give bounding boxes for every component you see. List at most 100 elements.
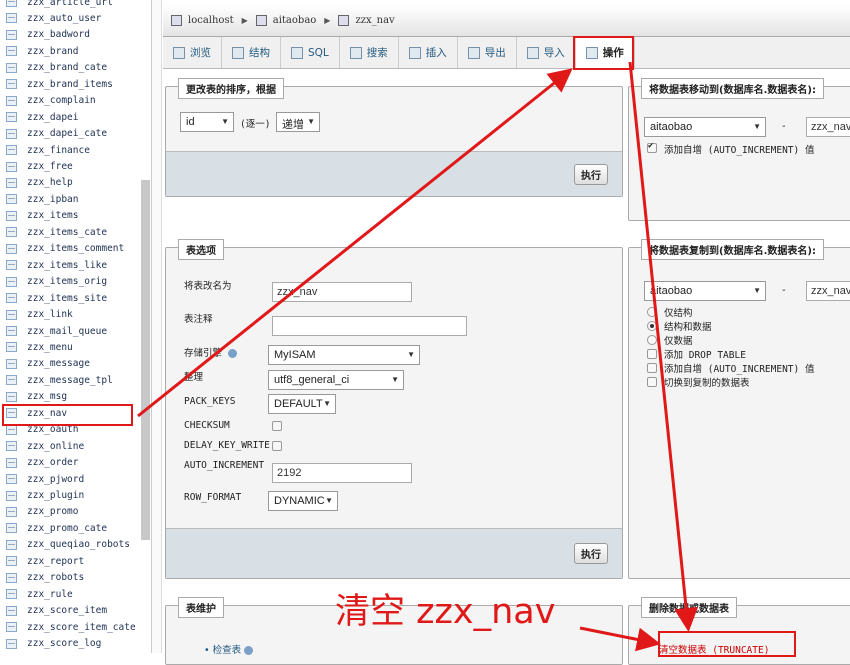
row-format-select[interactable]: DYNAMIC xyxy=(268,491,338,511)
options-go-button[interactable]: 执行 xyxy=(574,543,608,564)
copy-autoinc-checkbox[interactable] xyxy=(647,363,657,373)
table-icon xyxy=(6,210,17,221)
sidebar-item-zzx_score_log[interactable]: zzx_score_log xyxy=(6,637,136,651)
tab-import[interactable]: 导入 xyxy=(517,37,576,68)
copy-db-select[interactable]: aitaobao xyxy=(644,281,766,301)
sidebar-item-zzx_items[interactable]: zzx_items xyxy=(6,209,136,223)
sidebar-item-zzx_promo[interactable]: zzx_promo xyxy=(6,505,136,519)
copy-legend: 将数据表复制到(数据库名.数据表名): xyxy=(641,239,824,260)
sort-column-select[interactable]: id xyxy=(180,112,234,132)
sidebar-item-zzx_score_item_cate[interactable]: zzx_score_item_cate xyxy=(6,620,136,634)
autoinc-label: AUTO_INCREMENT xyxy=(184,460,265,471)
move-legend: 将数据表移动到(数据库名.数据表名): xyxy=(641,78,824,99)
sidebar-item-zzx_plugin[interactable]: zzx_plugin xyxy=(6,489,136,503)
sidebar-item-zzx_ipban[interactable]: zzx_ipban xyxy=(6,192,136,206)
copy-both-radio[interactable] xyxy=(647,321,657,331)
sidebar-item-zzx_finance[interactable]: zzx_finance xyxy=(6,143,136,157)
sidebar-item-zzx_brand_cate[interactable]: zzx_brand_cate xyxy=(6,61,136,75)
engine-select[interactable]: MyISAM xyxy=(268,345,420,365)
sidebar-item-zzx_msg[interactable]: zzx_msg xyxy=(6,390,136,404)
sidebar-item-zzx_mail_queue[interactable]: zzx_mail_queue xyxy=(6,324,136,338)
sidebar-item-zzx_auto_user[interactable]: zzx_auto_user xyxy=(6,11,136,25)
collation-select[interactable]: utf8_general_ci xyxy=(268,370,404,390)
check-table-link[interactable]: • 检查表 xyxy=(204,642,254,656)
sidebar-item-zzx_report[interactable]: zzx_report xyxy=(6,554,136,568)
sort-go-button[interactable]: 执行 xyxy=(574,164,608,185)
sidebar-item-zzx_message_tpl[interactable]: zzx_message_tpl xyxy=(6,373,136,387)
copy-dash: - xyxy=(781,285,787,296)
rename-input[interactable]: zzx_nav xyxy=(272,282,412,302)
sidebar-item-zzx_article_url[interactable]: zzx_article_url xyxy=(6,0,136,9)
table-icon xyxy=(6,128,17,139)
table-icon xyxy=(6,309,17,320)
table-icon xyxy=(338,15,350,26)
sidebar-item-label: zzx_items xyxy=(27,210,79,222)
move-panel: 将数据表移动到(数据库名.数据表名): aitaobao - zzx_nav 添… xyxy=(628,78,850,221)
sidebar-item-zzx_brand[interactable]: zzx_brand xyxy=(6,44,136,58)
copy-drop-checkbox[interactable] xyxy=(647,349,657,359)
sidebar-item-zzx_help[interactable]: zzx_help xyxy=(6,176,136,190)
sidebar-item-label: zzx_msg xyxy=(27,391,68,403)
sidebar-item-zzx_rule[interactable]: zzx_rule xyxy=(6,587,136,601)
sidebar-item-zzx_dapei_cate[interactable]: zzx_dapei_cate xyxy=(6,127,136,141)
tab-export[interactable]: 导出 xyxy=(458,37,517,68)
table-icon xyxy=(6,293,17,304)
help-icon[interactable] xyxy=(244,646,254,655)
sidebar-item-label: zzx_menu xyxy=(27,341,73,353)
copy-switch-label: 切换到复制的数据表 xyxy=(664,378,750,389)
tab-sql[interactable]: SQL xyxy=(281,37,340,68)
sidebar-item-zzx_promo_cate[interactable]: zzx_promo_cate xyxy=(6,521,136,535)
move-table-input[interactable]: zzx_nav xyxy=(806,117,850,137)
copy-structure-radio[interactable] xyxy=(647,307,657,317)
sidebar-item-zzx_brand_items[interactable]: zzx_brand_items xyxy=(6,77,136,91)
tab-label: 导出 xyxy=(484,47,506,59)
checksum-checkbox[interactable] xyxy=(272,421,282,431)
sidebar-item-zzx_free[interactable]: zzx_free xyxy=(6,160,136,174)
sidebar-item-zzx_items_like[interactable]: zzx_items_like xyxy=(6,258,136,272)
autoinc-input[interactable]: 2192 xyxy=(272,463,412,483)
sidebar-item-zzx_queqiao_robots[interactable]: zzx_queqiao_robots xyxy=(6,538,136,552)
tab-browse[interactable]: 浏览 xyxy=(163,37,222,68)
sidebar-item-zzx_order[interactable]: zzx_order xyxy=(6,456,136,470)
sidebar-item-zzx_items_comment[interactable]: zzx_items_comment xyxy=(6,242,136,256)
sidebar-resizer[interactable] xyxy=(152,0,162,653)
move-db-select[interactable]: aitaobao xyxy=(644,117,766,137)
comment-input[interactable] xyxy=(272,316,467,336)
sidebar-item-label: zzx_items_site xyxy=(27,292,108,304)
sidebar-item-zzx_items_site[interactable]: zzx_items_site xyxy=(6,291,136,305)
sidebar-item-zzx_items_orig[interactable]: zzx_items_orig xyxy=(6,275,136,289)
breadcrumb-server[interactable]: localhost xyxy=(188,15,234,26)
sidebar-item-zzx_pjword[interactable]: zzx_pjword xyxy=(6,472,136,486)
tab-structure[interactable]: 结构 xyxy=(222,37,281,68)
breadcrumb-database[interactable]: aitaobao xyxy=(273,15,317,26)
sidebar-item-zzx_items_cate[interactable]: zzx_items_cate xyxy=(6,225,136,239)
sidebar-item-zzx_robots[interactable]: zzx_robots xyxy=(6,571,136,585)
tab-insert[interactable]: 插入 xyxy=(399,37,458,68)
sidebar-item-zzx_score_item[interactable]: zzx_score_item xyxy=(6,604,136,618)
sidebar-item-zzx_link[interactable]: zzx_link xyxy=(6,308,136,322)
table-icon xyxy=(6,243,17,254)
copy-switch-checkbox[interactable] xyxy=(647,377,657,387)
sidebar-item-zzx_badword[interactable]: zzx_badword xyxy=(6,28,136,42)
sort-panel: 更改表的排序，根据 id (逐一) 递增 执行 xyxy=(165,78,623,197)
help-icon[interactable] xyxy=(227,349,237,358)
sort-order-select[interactable]: 递增 xyxy=(276,112,320,132)
table-icon xyxy=(6,441,17,452)
delay-key-write-checkbox[interactable] xyxy=(272,441,282,451)
copy-data-radio[interactable] xyxy=(647,335,657,345)
copy-table-input[interactable]: zzx_nav xyxy=(806,281,850,301)
sidebar-item-zzx_message[interactable]: zzx_message xyxy=(6,357,136,371)
sidebar-item-zzx_complain[interactable]: zzx_complain xyxy=(6,94,136,108)
sidebar-item-label: zzx_help xyxy=(27,177,73,189)
pack-keys-select[interactable]: DEFAULT xyxy=(268,394,336,414)
sidebar-item-zzx_menu[interactable]: zzx_menu xyxy=(6,340,136,354)
checksum-label: CHECKSUM xyxy=(184,420,230,431)
sidebar-item-zzx_online[interactable]: zzx_online xyxy=(6,439,136,453)
sidebar-scrollbar[interactable] xyxy=(141,180,150,540)
tab-search[interactable]: 搜索 xyxy=(340,37,399,68)
sidebar-item-zzx_dapei[interactable]: zzx_dapei xyxy=(6,110,136,124)
copy-drop-label: 添加 DROP TABLE xyxy=(664,350,746,361)
move-autoinc-checkbox[interactable] xyxy=(647,141,657,153)
breadcrumb-table[interactable]: zzx_nav xyxy=(355,15,394,26)
sidebar-item-label: zzx_brand xyxy=(27,45,79,57)
